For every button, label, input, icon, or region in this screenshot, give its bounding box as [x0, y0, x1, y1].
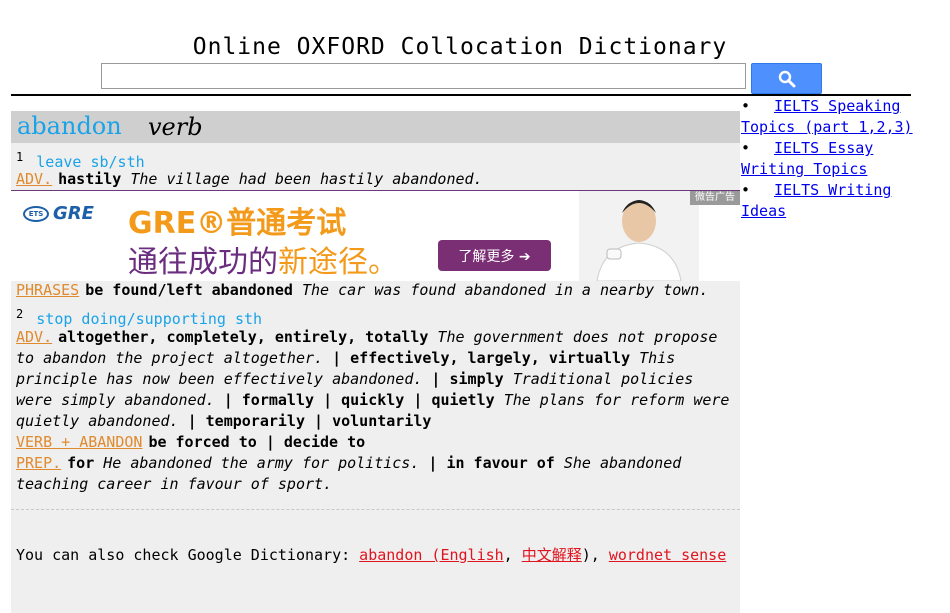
- adv-tag[interactable]: ADV.: [16, 328, 52, 346]
- collocate: effectively, largely, virtually: [350, 349, 631, 367]
- separator: |: [223, 391, 233, 409]
- ad-person-image: [579, 191, 699, 281]
- ets-gre-logo: ETS GRE: [23, 203, 94, 224]
- ad-subheadline-a: 通往成功的: [128, 245, 278, 280]
- separator: |: [428, 454, 438, 472]
- sidebar: • IELTS Speaking Topics (part 1,2,3) • IEL…: [741, 96, 916, 222]
- prep-line: PREP. for He abandoned the army for polit…: [16, 453, 738, 495]
- collocate: temporarily: [205, 412, 305, 430]
- ad-badge[interactable]: 微告广告: [690, 191, 740, 205]
- separator: |: [413, 391, 423, 409]
- verb-tag[interactable]: VERB + ABANDON: [16, 433, 142, 451]
- footer-close: ),: [581, 546, 600, 564]
- sidebar-item-ielts-writing: • IELTS Writing Ideas: [741, 180, 916, 222]
- separator: |: [314, 412, 324, 430]
- sense-2-adv: ADV. altogether, completely, entirely, to…: [16, 327, 738, 432]
- advertisement-banner[interactable]: ETS GRE GRE®普通考试 通往成功的新途径。 了解更多 ➔ 微告广告: [11, 190, 740, 281]
- bullet: •: [741, 181, 751, 199]
- collocate: decide to: [283, 433, 366, 451]
- collocate: formally: [241, 391, 315, 409]
- google-english-link[interactable]: abandon (English: [359, 546, 504, 564]
- entry-panel: abandon verb 1 leave sb/sth ADV. hastily …: [11, 111, 740, 613]
- collocate: altogether, completely, entirely, totall…: [58, 328, 429, 346]
- search-button[interactable]: [751, 63, 822, 94]
- collocate: quickly: [341, 391, 405, 409]
- collocate: quietly: [431, 391, 495, 409]
- sense-1-adv: ADV. hastily The village had been hastily…: [16, 169, 483, 190]
- separator: |: [187, 412, 197, 430]
- sidebar-item-ielts-speaking: • IELTS Speaking Topics (part 1,2,3): [741, 96, 916, 138]
- collocate: for: [67, 454, 95, 472]
- footer-prefix: You can also check Google Dictionary:: [16, 546, 351, 564]
- ad-subheadline: 通往成功的新途径。: [128, 237, 398, 281]
- ets-logo: ETS: [23, 205, 49, 222]
- collocate: be found/left abandoned: [85, 281, 293, 299]
- sense-number: 2: [16, 307, 24, 321]
- separator: |: [265, 433, 275, 451]
- ad-learn-more-button[interactable]: 了解更多 ➔: [438, 240, 551, 271]
- headword: abandon: [17, 112, 122, 140]
- wordnet-link[interactable]: wordnet sense: [609, 546, 726, 564]
- example: The village had been hastily abandoned.: [130, 170, 483, 188]
- footer-comma: ,: [503, 546, 513, 564]
- example: The car was found abandoned in a nearby …: [301, 281, 709, 299]
- example: He abandoned the army for politics.: [103, 454, 420, 472]
- verb-abandon-line: VERB + ABANDON be forced to | decide to: [16, 432, 365, 453]
- ad-headline: GRE®普通考试: [128, 206, 347, 241]
- google-dictionary-note: You can also check Google Dictionary: ab…: [16, 545, 738, 566]
- dashed-divider: [11, 509, 740, 510]
- collocate: hastily: [58, 170, 122, 188]
- entry-header: abandon verb: [11, 111, 740, 143]
- phrases-tag[interactable]: PHRASES: [16, 281, 79, 299]
- collocate: in favour of: [446, 454, 555, 472]
- bullet: •: [741, 139, 751, 157]
- ad-subheadline-b: 新途径。: [278, 245, 398, 280]
- google-chinese-link[interactable]: 中文解释: [522, 546, 582, 564]
- gre-logo: GRE: [53, 203, 94, 224]
- phrases-line: PHRASES be found/left abandoned The car w…: [16, 280, 708, 301]
- sense-number: 1: [16, 150, 24, 164]
- prep-tag[interactable]: PREP.: [16, 454, 61, 472]
- sidebar-item-ielts-essay: • IELTS Essay Writing Topics: [741, 138, 916, 180]
- collocate: voluntarily: [332, 412, 432, 430]
- site-title: Online OXFORD Collocation Dictionary: [192, 34, 728, 60]
- search-icon: [778, 70, 795, 87]
- separator: |: [323, 391, 333, 409]
- sense-definition: stop doing/supporting sth: [36, 310, 263, 328]
- part-of-speech: verb: [148, 113, 203, 141]
- bullet: •: [741, 97, 751, 115]
- separator: |: [332, 349, 342, 367]
- collocate: simply: [449, 370, 504, 388]
- separator: |: [431, 370, 441, 388]
- collocate: be forced to: [148, 433, 257, 451]
- search-input[interactable]: [101, 63, 746, 89]
- adv-tag[interactable]: ADV.: [16, 170, 52, 188]
